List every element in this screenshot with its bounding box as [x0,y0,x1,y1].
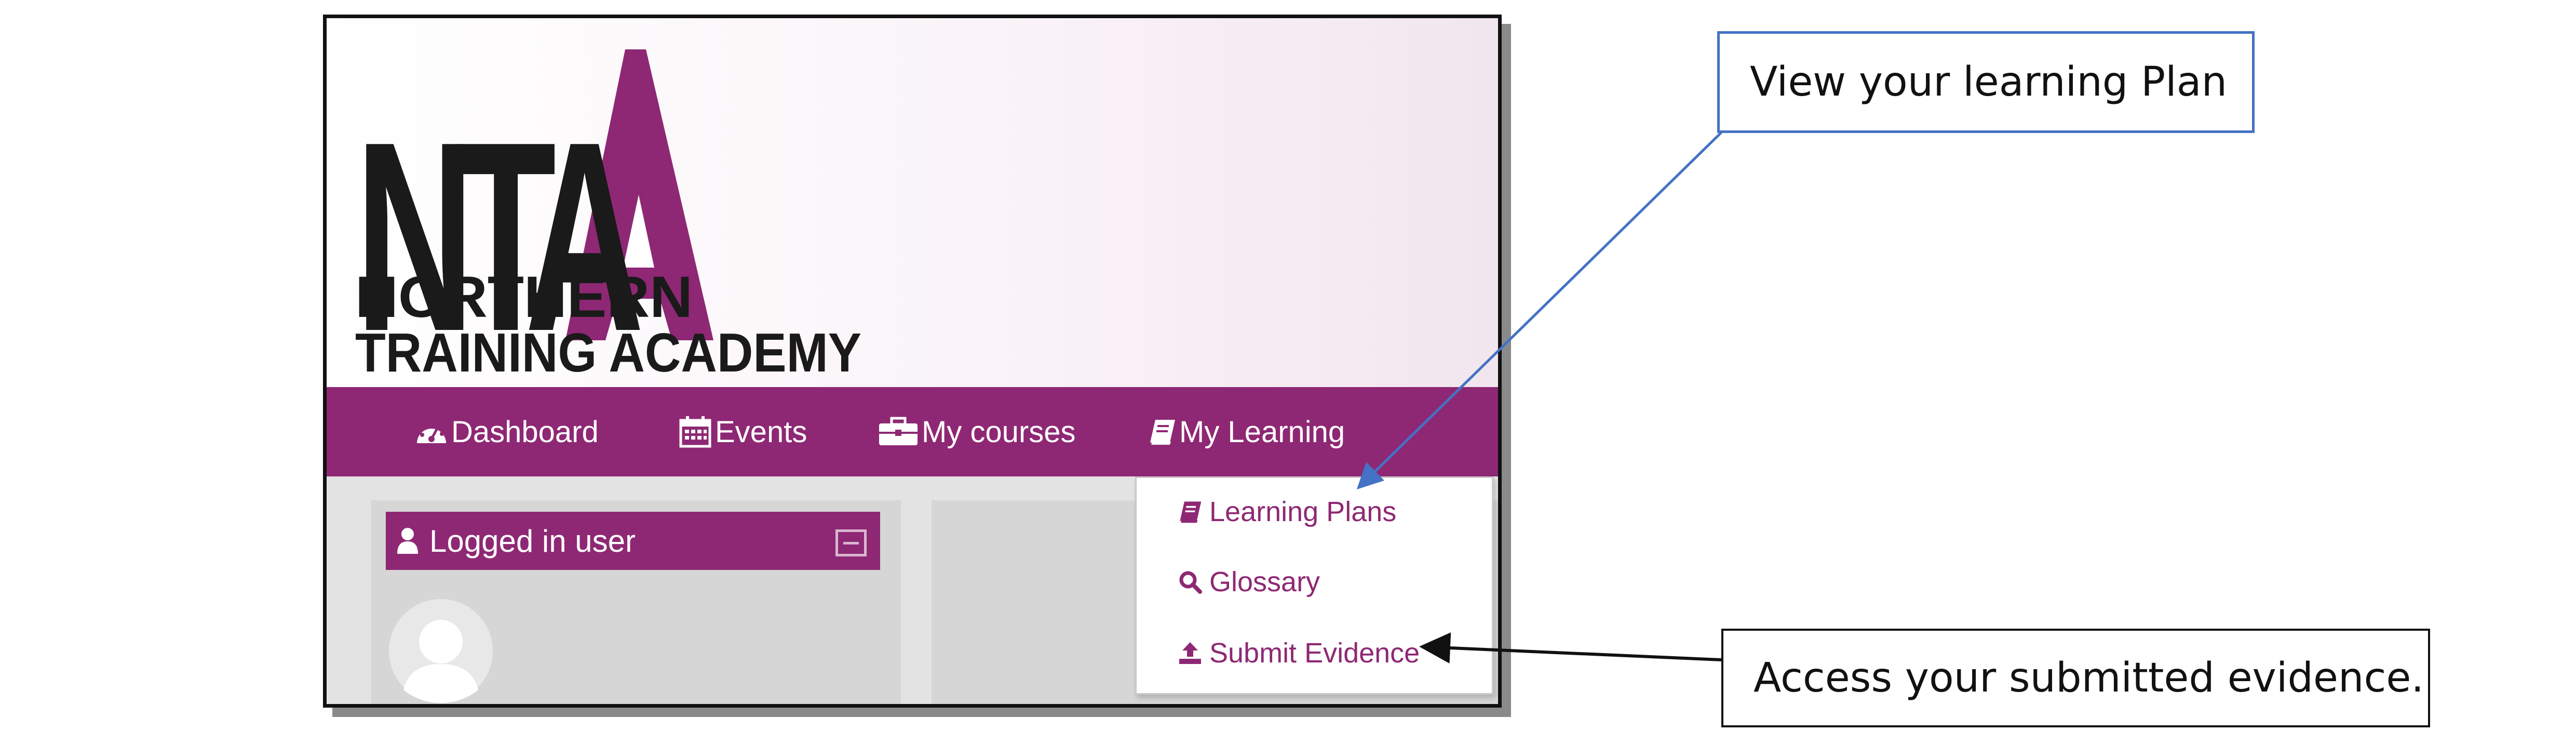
menu-item-submit-evidence-label: Submit Evidence [1209,637,1420,669]
dashboard-icon [415,416,448,447]
menu-item-learning-plans-label: Learning Plans [1209,496,1397,527]
main-navbar: Dashboard Events My courses My Learning [327,387,1498,476]
book-icon [1178,500,1202,524]
block-title: Logged in user [429,523,636,559]
search-icon [1178,570,1202,594]
nav-my-learning-label: My Learning [1179,415,1345,449]
block-header: Logged in user [386,512,880,570]
nav-events[interactable]: Events [679,387,807,476]
menu-item-learning-plans[interactable]: Learning Plans [1178,483,1396,540]
book-icon [1148,418,1176,446]
briefcase-icon [878,416,919,447]
collapse-button[interactable] [835,529,867,556]
nav-my-learning[interactable]: My Learning [1148,387,1345,476]
menu-item-glossary-label: Glossary [1209,566,1320,597]
nta-logo[interactable]: NTA NORTHERN TRAINING ACADEMY [355,39,874,382]
nav-dashboard[interactable]: Dashboard [415,387,599,476]
menu-item-submit-evidence[interactable]: Submit Evidence [1178,625,1420,682]
user-icon [396,527,419,555]
nav-dashboard-label: Dashboard [451,415,599,449]
callout-view-learning-plan: View your learning Plan [1717,31,2255,133]
nav-my-courses[interactable]: My courses [878,387,1076,476]
screenshot-frame: NTA NORTHERN TRAINING ACADEMY Dashboard [323,15,1502,708]
upload-icon [1178,641,1202,665]
callout-access-evidence: Access your submitted evidence. [1721,629,2430,727]
nav-events-label: Events [715,415,807,449]
nav-my-courses-label: My courses [922,415,1076,449]
site-header: NTA NORTHERN TRAINING ACADEMY [327,18,1498,387]
menu-item-glossary[interactable]: Glossary [1178,553,1320,610]
my-learning-dropdown: Learning Plans Glossary Submit Evidence [1135,476,1493,695]
callout-top-text: View your learning Plan [1750,59,2228,105]
calendar-icon [679,415,712,448]
callout-bottom-text: Access your submitted evidence. [1754,655,2424,701]
avatar[interactable] [389,599,493,703]
logo-line1: NORTHERN [355,264,693,329]
logged-in-user-block: Logged in user [371,500,901,704]
logo-line2: TRAINING ACADEMY [355,322,861,382]
